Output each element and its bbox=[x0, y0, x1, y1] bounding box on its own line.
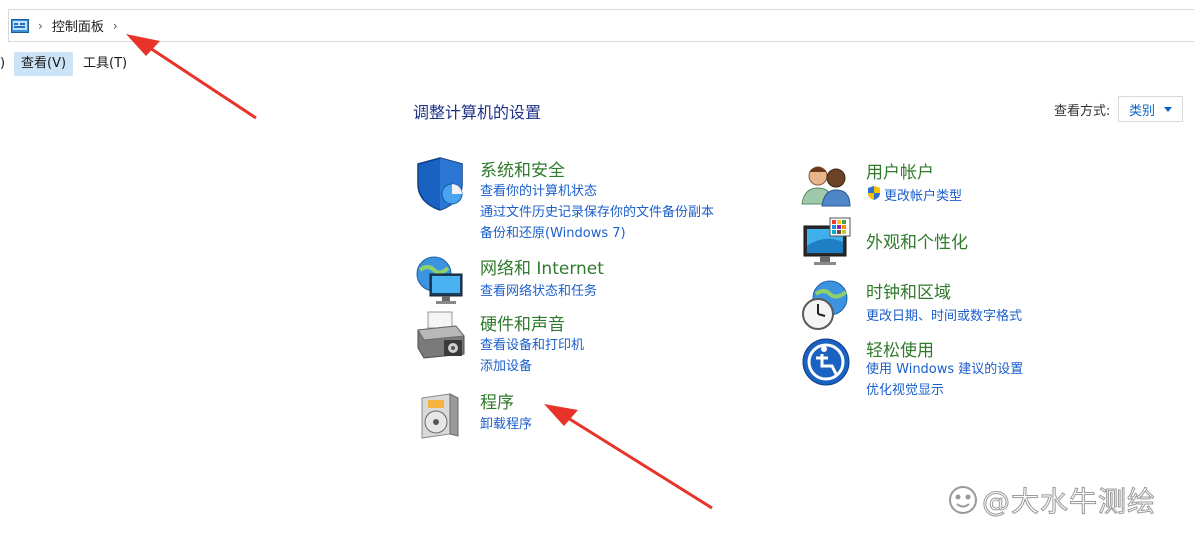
watermark-text: @大水牛测绘 bbox=[981, 485, 1157, 519]
arrow-to-breadcrumb bbox=[126, 34, 257, 120]
watermark: @大水牛测绘 bbox=[948, 480, 1156, 520]
watermark-logo-icon bbox=[949, 486, 977, 514]
arrow-to-programs bbox=[544, 404, 713, 510]
annotation-arrows bbox=[126, 34, 713, 510]
